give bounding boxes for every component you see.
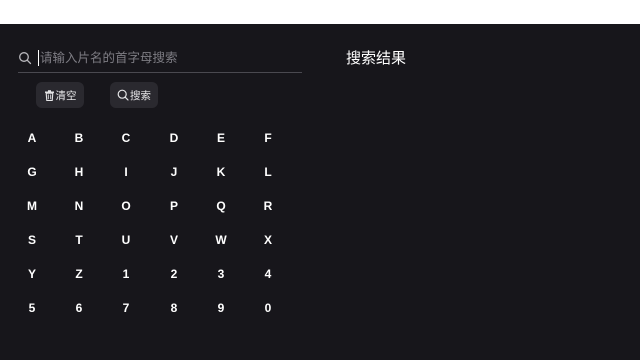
top-white-strip xyxy=(0,0,640,24)
key-h[interactable]: H xyxy=(65,160,93,184)
key-j[interactable]: J xyxy=(160,160,188,184)
key-f[interactable]: F xyxy=(254,126,282,150)
key-9[interactable]: 9 xyxy=(207,296,235,320)
key-l[interactable]: L xyxy=(254,160,282,184)
key-d[interactable]: D xyxy=(160,126,188,150)
key-0[interactable]: 0 xyxy=(254,296,282,320)
results-title: 搜索结果 xyxy=(346,49,407,67)
key-1[interactable]: 1 xyxy=(112,262,140,286)
key-n[interactable]: N xyxy=(65,194,93,218)
key-v[interactable]: V xyxy=(160,228,188,252)
key-a[interactable]: A xyxy=(18,126,46,150)
key-u[interactable]: U xyxy=(112,228,140,252)
key-p[interactable]: P xyxy=(160,194,188,218)
key-5[interactable]: 5 xyxy=(18,296,46,320)
key-3[interactable]: 3 xyxy=(207,262,235,286)
key-m[interactable]: M xyxy=(18,194,46,218)
letter-keyboard: ABCDEF GHIJKL MNOPQR STUVWX YZ1234 567890 xyxy=(0,24,320,360)
key-y[interactable]: Y xyxy=(18,262,46,286)
search-page: 请输入片名的首字母搜索 清空 搜索 搜索结果 ABCDEFGHIJKLMNOPQ… xyxy=(0,24,640,360)
key-i[interactable]: I xyxy=(112,160,140,184)
key-g[interactable]: G xyxy=(18,160,46,184)
key-x[interactable]: X xyxy=(254,228,282,252)
key-o[interactable]: O xyxy=(112,194,140,218)
key-k[interactable]: K xyxy=(207,160,235,184)
key-6[interactable]: 6 xyxy=(65,296,93,320)
key-w[interactable]: W xyxy=(207,228,235,252)
key-t[interactable]: T xyxy=(65,228,93,252)
key-4[interactable]: 4 xyxy=(254,262,282,286)
key-e[interactable]: E xyxy=(207,126,235,150)
key-q[interactable]: Q xyxy=(207,194,235,218)
key-2[interactable]: 2 xyxy=(160,262,188,286)
key-b[interactable]: B xyxy=(65,126,93,150)
key-s[interactable]: S xyxy=(18,228,46,252)
key-7[interactable]: 7 xyxy=(112,296,140,320)
key-8[interactable]: 8 xyxy=(160,296,188,320)
key-c[interactable]: C xyxy=(112,126,140,150)
key-z[interactable]: Z xyxy=(65,262,93,286)
key-r[interactable]: R xyxy=(254,194,282,218)
